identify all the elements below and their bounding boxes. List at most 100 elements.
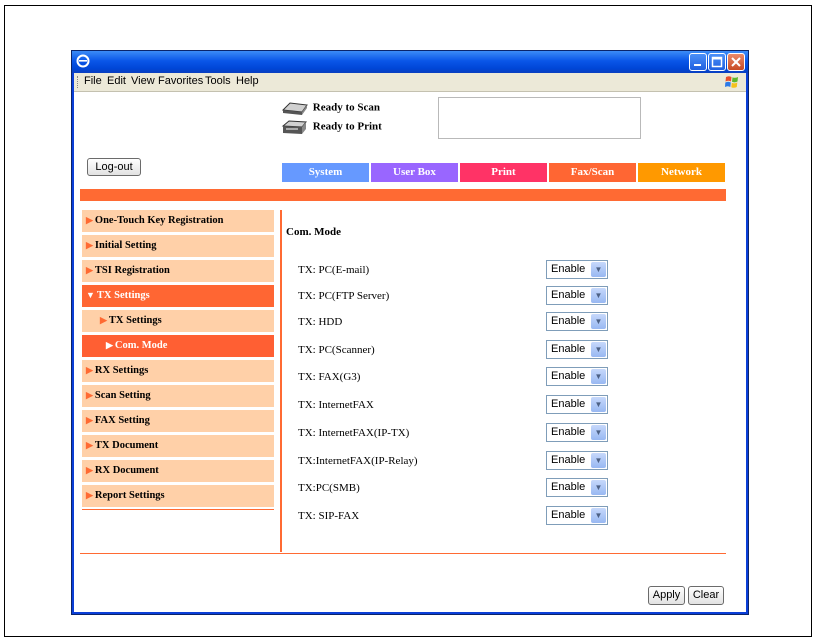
setting-label: TX: SIP-FAX [298,510,360,522]
tx-fax-g3-select[interactable]: Enable ▼ [546,367,608,386]
sidebar-item-label: RX Document [94,465,159,476]
sidebar-item-rx-settings[interactable]: ▶ RX Settings [82,360,274,382]
tx-pc-smb-select[interactable]: Enable ▼ [546,478,608,497]
sidebar-item-one-touch-key-registration[interactable]: ▶ One-Touch Key Registration [82,210,274,232]
select-value: Enable [551,509,586,521]
menu-bar: File Edit View Favorites Tools Help [74,73,746,92]
tab-user-box[interactable]: User Box [371,163,458,182]
menu-tools[interactable]: Tools [205,75,231,87]
clear-button[interactable]: Clear [688,586,724,605]
select-value: Enable [551,343,586,355]
chevron-down-icon[interactable]: ▼ [591,262,606,277]
sidebar-item-label: TX Settings [96,290,150,301]
close-button[interactable] [727,53,745,71]
tx-pc-ftp-select[interactable]: Enable ▼ [546,286,608,305]
select-value: Enable [551,370,586,382]
menu-view[interactable]: View [131,75,155,87]
tx-internetfax-ip-relay-select[interactable]: Enable ▼ [546,451,608,470]
sidebar-item-label: Com. Mode [114,340,168,351]
setting-label: TX: PC(E-mail) [298,264,370,276]
tab-system[interactable]: System [282,163,369,182]
tx-sip-fax-select[interactable]: Enable ▼ [546,506,608,525]
content-divider [280,210,282,552]
tab-print[interactable]: Print [460,163,547,182]
windows-logo-icon [724,74,740,90]
arrow-down-icon: ▼ [86,290,95,300]
sidebar-item-initial-setting[interactable]: ▶ Initial Setting [82,235,274,257]
select-value: Enable [551,315,586,327]
setting-row: TX: SIP-FAX Enable ▼ [298,506,628,526]
menu-file[interactable]: File [84,75,102,87]
setting-row: TX: FAX(G3) Enable ▼ [298,367,628,387]
menu-favorites[interactable]: Favorites [158,75,203,87]
select-value: Enable [551,454,586,466]
menu-edit[interactable]: Edit [107,75,126,87]
sidebar-item-label: TX Settings [108,315,162,326]
chevron-down-icon[interactable]: ▼ [591,453,606,468]
sidebar-item-label: FAX Setting [94,415,150,426]
sidebar-item-report-settings[interactable]: ▶ Report Settings [82,485,274,507]
chevron-down-icon[interactable]: ▼ [591,314,606,329]
tx-pc-scanner-select[interactable]: Enable ▼ [546,340,608,359]
main-tabs: System User Box Print Fax/Scan Network [282,163,727,182]
sidebar-subitem-tx-settings[interactable]: ▶ TX Settings [82,310,274,332]
tab-network[interactable]: Network [638,163,725,182]
sidebar-item-label: TX Document [94,440,159,451]
select-value: Enable [551,426,586,438]
sidebar-item-label: Scan Setting [94,390,151,401]
setting-row: TX: InternetFAX(IP-TX) Enable ▼ [298,423,628,443]
select-value: Enable [551,398,586,410]
tab-fax-scan[interactable]: Fax/Scan [549,163,636,182]
sidebar-item-label: TSI Registration [94,265,170,276]
sidebar-item-tsi-registration[interactable]: ▶ TSI Registration [82,260,274,282]
tx-pc-email-select[interactable]: Enable ▼ [546,260,608,279]
arrow-right-icon: ▶ [86,490,93,500]
tx-internetfax-select[interactable]: Enable ▼ [546,395,608,414]
sidebar-item-tx-settings[interactable]: ▼ TX Settings [82,285,274,307]
maximize-button[interactable] [708,53,726,71]
minimize-button[interactable] [689,53,707,71]
print-status: Ready to Print [280,119,382,135]
arrow-right-icon: ▶ [86,215,93,225]
chevron-down-icon[interactable]: ▼ [591,425,606,440]
setting-label: TX: InternetFAX(IP-TX) [298,427,410,439]
setting-label: TX: PC(Scanner) [298,344,375,356]
menu-grip [77,76,80,88]
menu-help[interactable]: Help [236,75,259,87]
setting-row: TX: PC(E-mail) Enable ▼ [298,260,628,280]
sidebar-item-tx-document[interactable]: ▶ TX Document [82,435,274,457]
printer-icon [280,119,310,135]
tx-hdd-select[interactable]: Enable ▼ [546,312,608,331]
select-value: Enable [551,289,586,301]
section-title: Com. Mode [286,226,341,238]
footer-divider [80,553,726,554]
logout-button[interactable]: Log-out [87,158,141,176]
ie-icon [76,54,90,68]
setting-label: TX: HDD [298,316,343,328]
chevron-down-icon[interactable]: ▼ [591,397,606,412]
chevron-down-icon[interactable]: ▼ [591,508,606,523]
setting-row: TX: PC(Scanner) Enable ▼ [298,340,628,360]
chevron-down-icon[interactable]: ▼ [591,288,606,303]
sidebar-item-fax-setting[interactable]: ▶ FAX Setting [82,410,274,432]
sidebar-subitem-com-mode[interactable]: ▶ Com. Mode [82,335,274,357]
chevron-down-icon[interactable]: ▼ [591,342,606,357]
tx-internetfax-ip-tx-select[interactable]: Enable ▼ [546,423,608,442]
arrow-right-icon: ▶ [86,415,93,425]
browser-window: File Edit View Favorites Tools Help Read… [71,50,749,615]
arrow-right-icon: ▶ [86,390,93,400]
chevron-down-icon[interactable]: ▼ [591,480,606,495]
select-value: Enable [551,263,586,275]
scanner-icon [280,100,310,116]
sidebar-item-scan-setting[interactable]: ▶ Scan Setting [82,385,274,407]
page-content: Ready to Scan Ready to Print Log-out Sys… [74,92,746,612]
apply-button[interactable]: Apply [648,586,685,605]
sidebar-item-rx-document[interactable]: ▶ RX Document [82,460,274,482]
arrow-right-icon: ▶ [86,440,93,450]
setting-row: TX:InternetFAX(IP-Relay) Enable ▼ [298,451,628,471]
header-divider-bar [80,189,726,201]
setting-row: TX: InternetFAX Enable ▼ [298,395,628,415]
setting-label: TX: PC(FTP Server) [298,290,390,302]
arrow-right-icon: ▶ [86,365,93,375]
chevron-down-icon[interactable]: ▼ [591,369,606,384]
